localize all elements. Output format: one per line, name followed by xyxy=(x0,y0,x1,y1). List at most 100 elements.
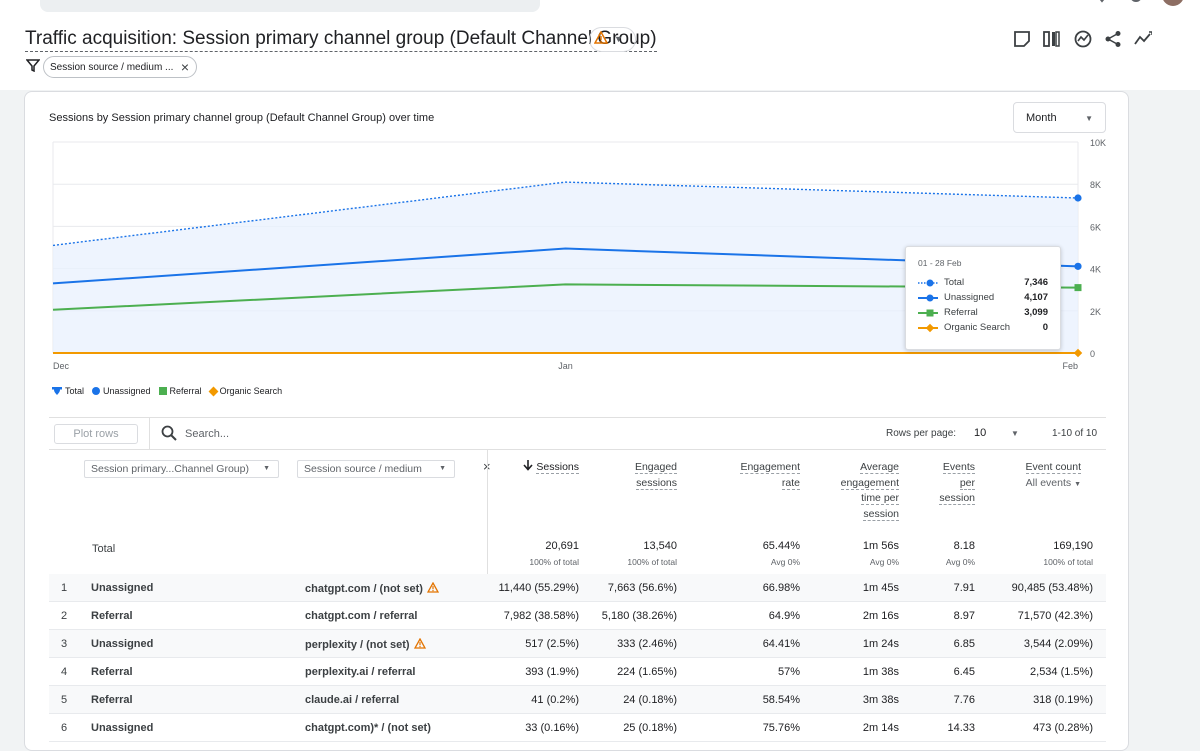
row-avg-time: 1m 38s xyxy=(862,666,899,678)
dimension-2-label: Session source / medium xyxy=(304,463,422,475)
help-icon[interactable] xyxy=(1094,0,1110,8)
chart-legend: Total Unassigned Referral Organic Search xyxy=(52,386,282,396)
table-row[interactable]: 3 Unassigned perplexity / (not set) 517 … xyxy=(49,630,1106,658)
header-sessions[interactable]: Sessions xyxy=(519,460,579,476)
legend-label: Total xyxy=(65,386,85,396)
header-label: Events xyxy=(942,461,975,474)
trend-icon[interactable] xyxy=(1134,30,1152,48)
row-number: 3 xyxy=(61,638,68,650)
page-title[interactable]: Traffic acquisition: Session primary cha… xyxy=(25,28,657,52)
x-tick-label: Jan xyxy=(558,361,573,371)
tooltip-value: 0 xyxy=(1042,322,1048,333)
header-average-engagement-time[interactable]: Average engagement time per session xyxy=(819,460,899,522)
row-rate: 64.9% xyxy=(768,610,800,622)
header-label: session xyxy=(939,492,975,505)
y-tick-label: 8K xyxy=(1090,180,1101,190)
y-tick-label: 6K xyxy=(1090,222,1101,232)
row-events-per-session: 8.97 xyxy=(953,610,975,622)
insights-icon[interactable] xyxy=(1074,30,1092,48)
table-row[interactable]: 5 Referral claude.ai / referral 41 (0.2%… xyxy=(49,686,1106,714)
event-filter-select[interactable]: All events xyxy=(1026,477,1072,489)
close-icon[interactable]: × xyxy=(181,59,189,75)
filter-icon[interactable] xyxy=(26,58,40,72)
tooltip-value: 3,099 xyxy=(1024,307,1048,318)
row-channel: Referral xyxy=(91,610,133,622)
total-sub: 100% of total xyxy=(1043,557,1093,567)
header-events-per-session[interactable]: Events per session xyxy=(915,460,975,507)
organic-marker-icon xyxy=(208,386,219,396)
apps-icon[interactable] xyxy=(1052,0,1068,8)
row-sessions: 11,440 (55.29%) xyxy=(498,582,579,594)
divider xyxy=(149,418,150,449)
row-sessions: 33 (0.16%) xyxy=(525,722,579,734)
y-tick-label: 10K xyxy=(1090,138,1106,148)
header-event-count[interactable]: Event count All events ▼ xyxy=(999,460,1081,492)
global-search-bar[interactable] xyxy=(40,0,540,12)
row-sessions: 7,982 (38.58%) xyxy=(503,610,579,622)
header-label: rate xyxy=(781,476,800,490)
avatar[interactable] xyxy=(1160,0,1186,8)
table-row[interactable]: 2 Referral chatgpt.com / referral 7,982 … xyxy=(49,602,1106,630)
total-sub: Avg 0% xyxy=(869,557,899,567)
legend-item-total[interactable]: Total xyxy=(52,386,84,396)
row-sessions: 517 (2.5%) xyxy=(525,638,579,650)
chevron-down-icon[interactable]: ▼ xyxy=(1074,481,1081,488)
customize-report-icon[interactable] xyxy=(1013,30,1031,48)
row-avg-time: 1m 45s xyxy=(862,582,899,594)
dimension-1-label: Session primary...Channel Group) xyxy=(91,463,249,475)
unassigned-marker-icon xyxy=(92,387,101,395)
plot-rows-button[interactable]: Plot rows xyxy=(54,424,138,444)
x-tick-label: Dec xyxy=(53,361,70,371)
row-avg-time: 2m 16s xyxy=(862,610,899,622)
total-swatch-icon xyxy=(918,279,938,286)
table-row[interactable]: 4 Referral perplexity.ai / referral 393 … xyxy=(49,658,1106,686)
table-row[interactable]: 6 Unassigned chatgpt.com)* / (not set) 3… xyxy=(49,714,1106,742)
column-divider xyxy=(487,450,488,574)
row-event-count: 90,485 (53.48%) xyxy=(1011,582,1093,594)
header-label: Sessions xyxy=(536,461,579,474)
point-total xyxy=(1074,194,1082,202)
warning-icon[interactable] xyxy=(426,582,439,593)
compare-icon[interactable] xyxy=(1043,30,1061,48)
rows-per-page-select[interactable]: 10 xyxy=(974,427,986,439)
row-event-count: 71,570 (42.3%) xyxy=(1017,610,1093,622)
header-engaged-sessions[interactable]: Engaged sessions xyxy=(617,460,677,491)
dimension-2-select[interactable]: Session source / medium ▼ xyxy=(297,460,455,478)
legend-label: Unassigned xyxy=(103,386,151,396)
y-tick-label: 4K xyxy=(1090,265,1101,275)
row-channel: Referral xyxy=(91,666,133,678)
header-label: time per xyxy=(861,492,899,505)
chevron-down-icon[interactable]: ▼ xyxy=(1011,429,1019,438)
header-engagement-rate[interactable]: Engagement rate xyxy=(715,460,800,491)
pagination-label: 1-10 of 10 xyxy=(1052,428,1098,439)
total-value: 169,190 xyxy=(1053,540,1093,552)
y-tick-label: 0 xyxy=(1090,349,1095,359)
legend-item-unassigned[interactable]: Unassigned xyxy=(92,386,151,396)
point-referral xyxy=(1074,284,1082,292)
total-row-label: Total xyxy=(92,543,116,555)
total-sub: 100% of total xyxy=(529,557,579,567)
row-event-count: 473 (0.28%) xyxy=(1033,722,1093,734)
total-sub: 100% of total xyxy=(627,557,677,567)
table-row[interactable]: 1 Unassigned chatgpt.com / (not set) 11,… xyxy=(49,574,1106,602)
dimension-1-select[interactable]: Session primary...Channel Group) ▼ xyxy=(84,460,279,478)
row-source: chatgpt.com)* / (not set) xyxy=(305,722,431,734)
table-search-input[interactable]: Search... xyxy=(185,428,229,440)
row-source: chatgpt.com / referral xyxy=(305,610,418,622)
total-events-per-session: 8.18 Avg 0% xyxy=(909,538,975,570)
share-icon[interactable] xyxy=(1104,30,1122,48)
total-value: 13,540 xyxy=(643,540,677,552)
warning-icon[interactable] xyxy=(413,638,426,649)
row-number: 2 xyxy=(61,610,68,622)
legend-item-referral[interactable]: Referral xyxy=(158,386,202,396)
header-label: Engaged xyxy=(634,461,677,474)
referral-marker-icon xyxy=(158,387,167,395)
report-card: Sessions by Session primary channel grou… xyxy=(24,91,1129,751)
row-event-count: 318 (0.19%) xyxy=(1033,694,1093,706)
account-icon[interactable] xyxy=(1128,0,1144,8)
row-source: claude.ai / referral xyxy=(305,694,400,706)
legend-item-organic-search[interactable]: Organic Search xyxy=(208,386,282,396)
header-label: per xyxy=(959,476,975,490)
filter-chip[interactable]: Session source / medium ... × xyxy=(43,56,197,78)
header-label: Engagement xyxy=(740,461,800,474)
